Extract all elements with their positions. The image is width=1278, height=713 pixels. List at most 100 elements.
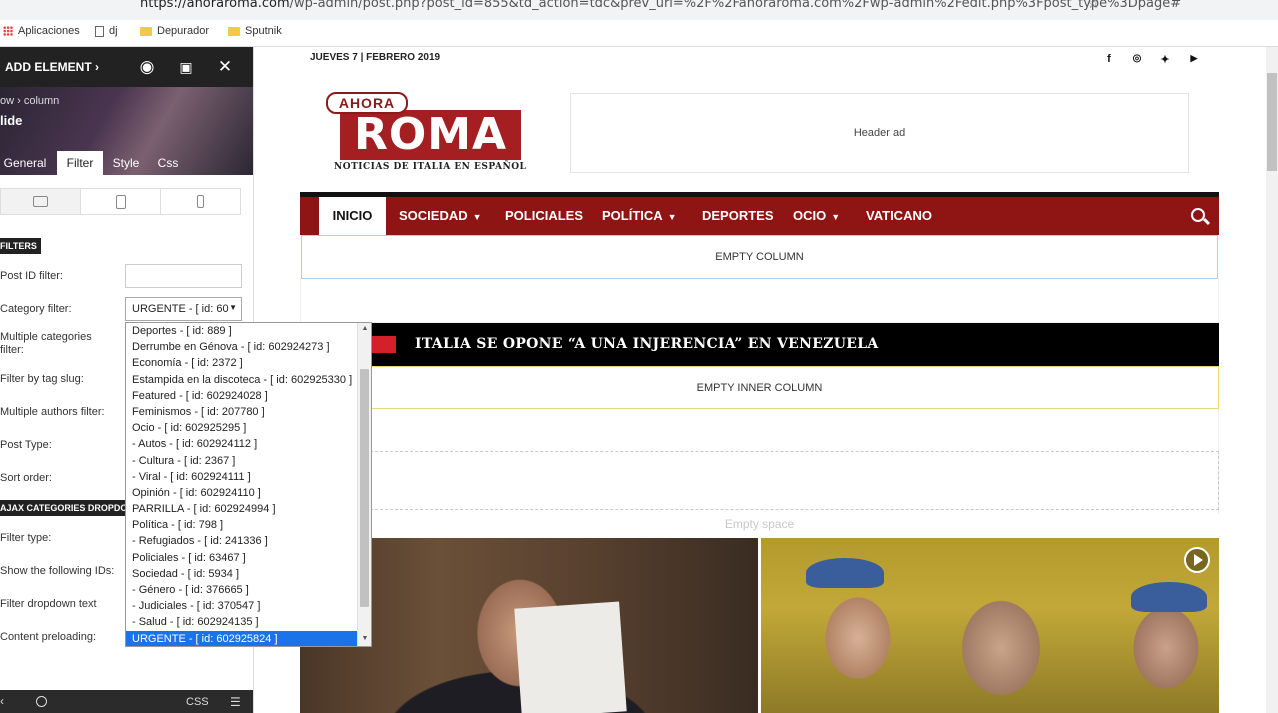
scroll-down-icon[interactable]: ▼ [358, 635, 371, 642]
back-icon[interactable]: ‹ [0, 694, 4, 708]
tab-style[interactable]: Style [107, 151, 145, 175]
site-logo[interactable]: AHORA ROMA NOTICIAS DE ITALIA EN ESPAÑOL [326, 92, 531, 174]
dropdown-option[interactable]: Sociedad - [ id: 5934 ] [126, 566, 357, 582]
category-filter-label: Category filter: [0, 303, 72, 315]
preview-eye-icon[interactable]: ◉ [136, 57, 158, 77]
layers-icon[interactable]: ☰ [230, 695, 241, 709]
nav-vaticano[interactable]: VATICANO [866, 197, 932, 235]
bookmark-depurador[interactable]: Depurador [140, 25, 209, 37]
photo-beret [806, 558, 884, 588]
empty-column[interactable]: EMPTY COLUMN [301, 235, 1218, 279]
chevron-down-icon: ▼ [472, 212, 482, 222]
desktop-device-button[interactable] [1, 189, 81, 214]
bookmarks-bar: Aplicaciones dj Depurador Sputnik [0, 20, 1278, 47]
dropdown-option[interactable]: Política - [ id: 798 ] [126, 517, 357, 533]
dropdown-option[interactable]: Feminismos - [ id: 207780 ] [126, 404, 357, 420]
header-ad: Header ad [570, 93, 1189, 173]
nav-ocio[interactable]: OCIO ▼ [793, 197, 840, 235]
multiple-categories-label: Multiple categories filter: [0, 331, 92, 356]
category-filter-select[interactable]: URGENTE - [ id: 60 ▼ [125, 297, 242, 321]
sort-order-label: Sort order: [0, 472, 52, 484]
header-date: JUEVES 7 | FEBRERO 2019 [310, 52, 441, 63]
scroll-up-icon[interactable]: ▲ [358, 325, 371, 332]
dropdown-option[interactable]: - Refugiados - [ id: 241336 ] [126, 533, 357, 549]
css-button[interactable]: CSS [186, 696, 209, 708]
tablet-device-button[interactable] [81, 189, 161, 214]
dropdown-option[interactable]: PARRILLA - [ id: 602924994 ] [126, 501, 357, 517]
photo-document [514, 601, 627, 713]
featured-photo-right[interactable] [761, 538, 1219, 713]
save-icon[interactable]: ▣ [175, 57, 197, 77]
facebook-icon[interactable]: f [1101, 53, 1117, 65]
logo-ahora-text: AHORA [326, 92, 408, 114]
dropdown-option[interactable]: - Cultura - [ id: 2367 ] [126, 453, 357, 469]
youtube-icon[interactable]: ▶ [1186, 53, 1202, 64]
empty-space: Empty space [724, 517, 795, 531]
phone-device-button[interactable] [161, 189, 240, 214]
search-icon[interactable] [36, 696, 47, 707]
play-icon[interactable] [1184, 547, 1210, 573]
dropdown-scroll-thumb[interactable] [360, 369, 369, 607]
nav-inicio[interactable]: INICIO [319, 197, 386, 235]
dropdown-option[interactable]: Opinión - [ id: 602924110 ] [126, 485, 357, 501]
dropdown-option[interactable]: Estampida en la discoteca - [ id: 602925… [126, 372, 357, 388]
dropdown-option[interactable]: Derrumbe en Génova - [ id: 602924273 ] [126, 339, 357, 355]
dropdown-option[interactable]: - Género - [ id: 376665 ] [126, 582, 357, 598]
dropdown-option[interactable]: - Autos - [ id: 602924112 ] [126, 436, 357, 452]
dropdown-arrow-icon: ▼ [229, 303, 237, 312]
post-id-input[interactable] [125, 264, 242, 288]
add-element-button[interactable]: ADD ELEMENT › [5, 60, 99, 74]
close-icon[interactable]: ✕ [214, 57, 236, 77]
dropdown-option[interactable]: Policiales - [ id: 63467 ] [126, 550, 357, 566]
twitter-icon[interactable]: ✦ [1157, 53, 1173, 66]
panel-bottom-bar: ‹ CSS ☰ [0, 690, 253, 713]
dropdown-option[interactable]: - Judiciales - [ id: 370547 ] [126, 598, 357, 614]
instagram-icon[interactable]: ◎ [1129, 53, 1145, 64]
nav-deportes[interactable]: DEPORTES [702, 197, 774, 235]
element-name: lide [0, 113, 23, 128]
site-preview: JUEVES 7 | FEBRERO 2019 f ◎ ✦ ▶ AHORA RO… [254, 47, 1278, 713]
dropdown-option[interactable]: Deportes - [ id: 889 ] [126, 323, 357, 339]
tab-css[interactable]: Css [151, 151, 185, 175]
post-id-label: Post ID filter: [0, 270, 63, 282]
url-text[interactable]: https://ahoraroma.com/wp-admin/post.php?… [140, 0, 1181, 11]
bookmark-apps[interactable]: Aplicaciones [3, 25, 80, 37]
dropdown-option[interactable]: URGENTE - [ id: 602925824 ] [126, 630, 357, 646]
breadcrumb[interactable]: ow › column [0, 95, 59, 107]
panel-header: ow › column lide General Filter Style Cs… [0, 87, 253, 175]
bookmark-sputnik[interactable]: Sputnik [228, 25, 282, 37]
filters-section-title: FILTERS [0, 238, 41, 254]
logo-tagline: NOTICIAS DE ITALIA EN ESPAÑOL [334, 162, 527, 172]
chevron-down-icon: ▼ [667, 212, 677, 222]
address-bar[interactable]: https://ahoraroma.com/wp-admin/post.php?… [0, 0, 1278, 20]
folder-icon [140, 26, 152, 36]
device-switcher [0, 188, 241, 215]
photo-beret [1131, 582, 1207, 612]
dropdown-option[interactable]: - Salud - [ id: 602924135 ] [126, 614, 357, 630]
post-type-label: Post Type: [0, 439, 52, 451]
empty-inner-column[interactable]: EMPTY INNER COLUMN [300, 366, 1219, 409]
dropdown-option[interactable]: Ocio - [ id: 602925295 ] [126, 420, 357, 436]
dropdown-text-label: Filter dropdown text [0, 598, 97, 610]
dropdown-option[interactable]: Featured - [ id: 602924028 ] [126, 388, 357, 404]
star-icon[interactable]: ☆ [1087, 0, 1100, 12]
ticker-headline[interactable]: ITALIA SE OPONE “A UNA INJERENCIA” EN VE… [415, 336, 879, 352]
nav-politica[interactable]: POLÍTICA ▼ [602, 197, 677, 235]
main-nav: INICIO SOCIEDAD ▼ POLICIALES POLÍTICA ▼ DE… [300, 192, 1219, 235]
page-scrollbar[interactable] [1266, 47, 1278, 713]
nav-sociedad[interactable]: SOCIEDAD ▼ [399, 197, 482, 235]
chevron-down-icon: ▼ [831, 212, 841, 222]
page-scroll-thumb[interactable] [1267, 73, 1277, 171]
dropdown-option[interactable]: - Viral - [ id: 602924111 ] [126, 469, 357, 485]
tab-filter[interactable]: Filter [57, 151, 103, 175]
empty-row [300, 279, 1219, 323]
dashed-placeholder[interactable] [300, 451, 1219, 510]
category-dropdown-list[interactable]: Deportes - [ id: 889 ] Derrumbe en Génova… [125, 322, 372, 647]
tab-general[interactable]: General [0, 151, 50, 175]
nav-policiales[interactable]: POLICIALES [505, 197, 583, 235]
dropdown-options: Deportes - [ id: 889 ] Derrumbe en Génova… [126, 323, 357, 646]
bookmark-dj[interactable]: dj [95, 25, 118, 37]
search-icon[interactable] [1191, 208, 1205, 222]
dropdown-option[interactable]: Economía - [ id: 2372 ] [126, 355, 357, 371]
dropdown-scrollbar[interactable]: ▲ ▼ [357, 323, 371, 646]
